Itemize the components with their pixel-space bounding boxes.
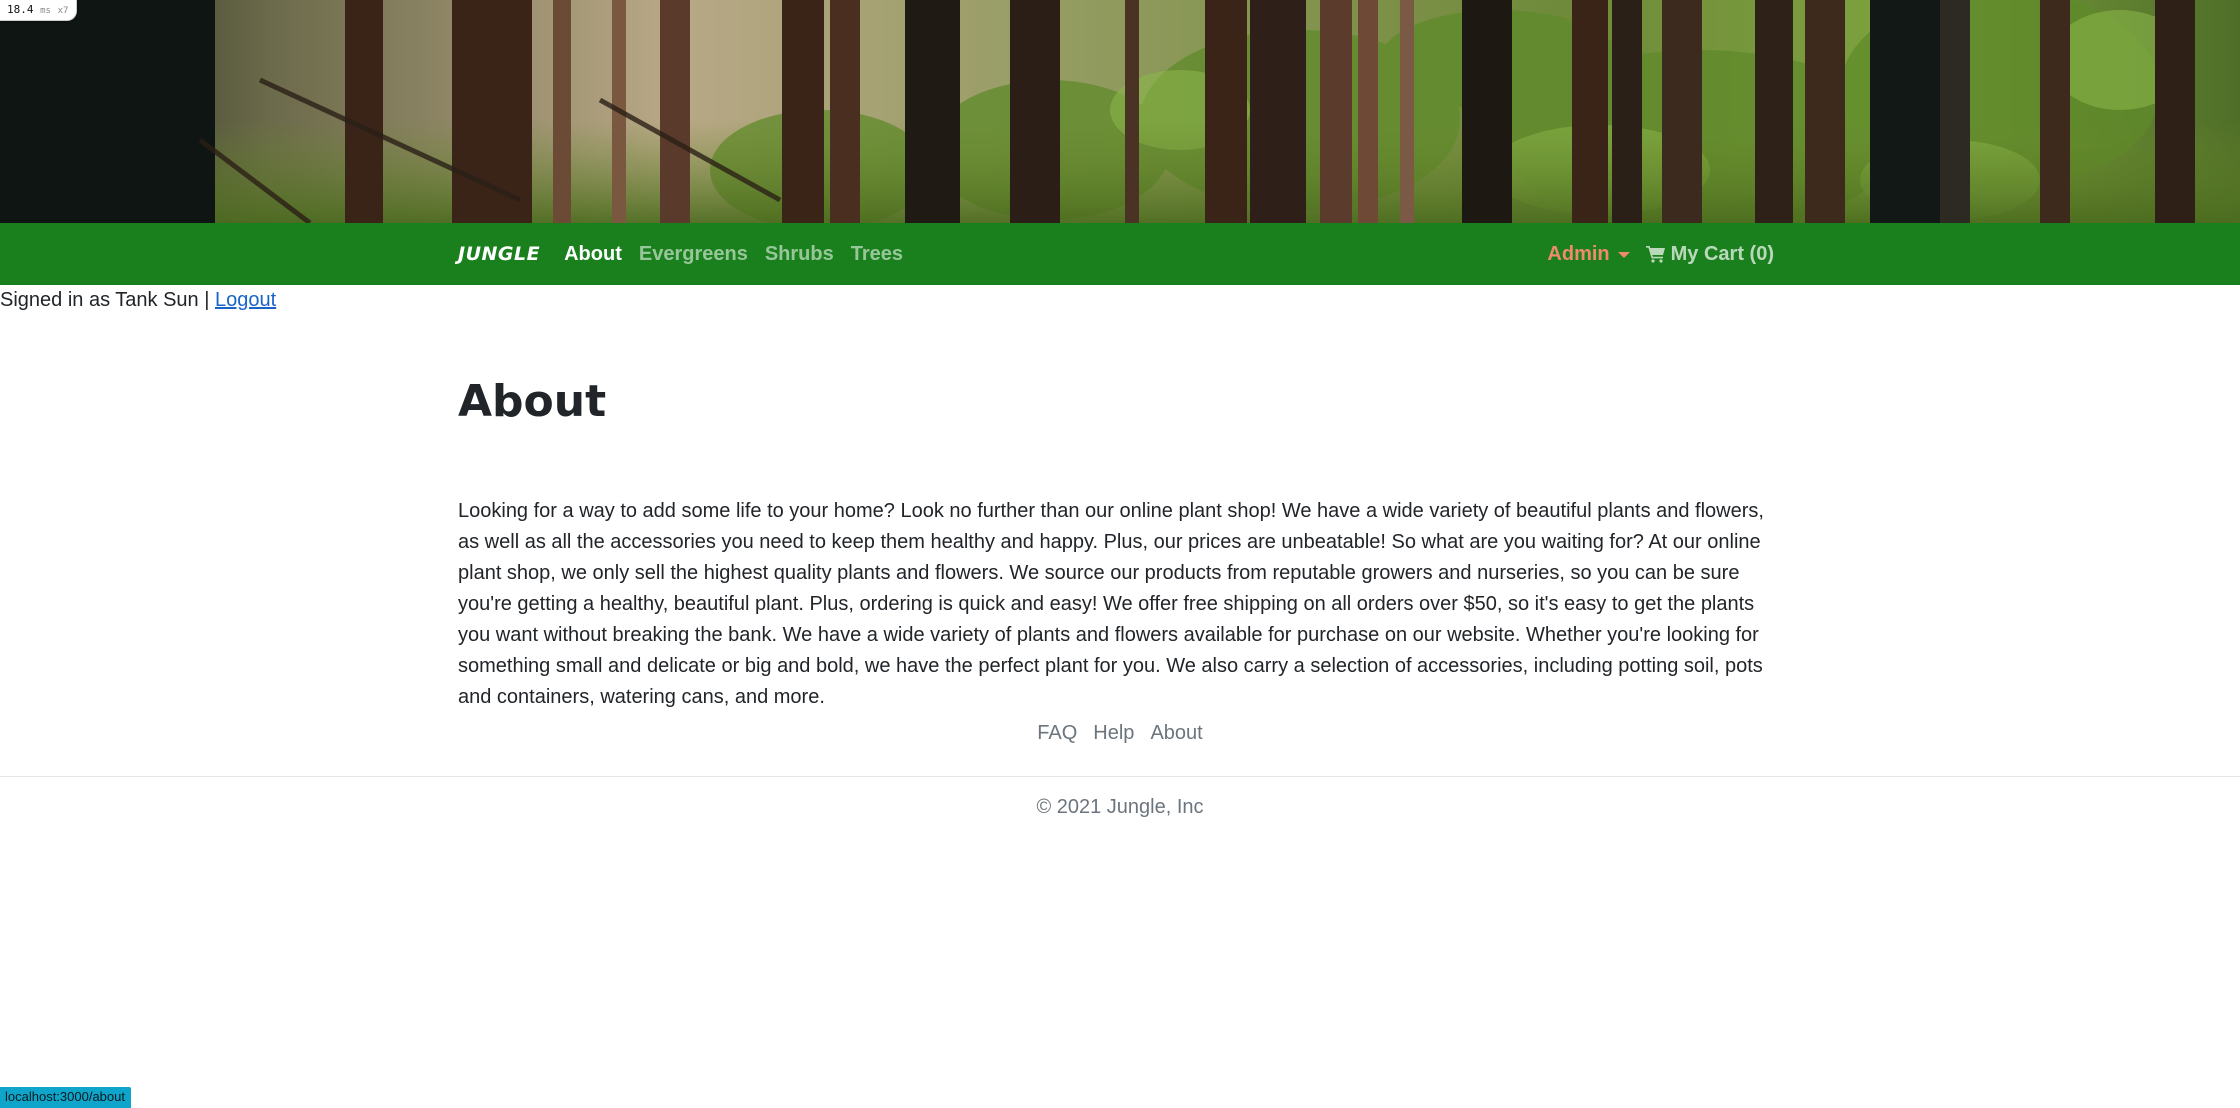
cart-icon	[1645, 245, 1666, 263]
my-cart-link[interactable]: My Cart (0)	[1645, 242, 1774, 266]
main-content: About Looking for a way to add some life…	[458, 372, 1778, 733]
page-title: About	[458, 376, 607, 427]
footer-divider	[0, 776, 2240, 777]
footer-links: FAQ Help About	[0, 722, 2240, 745]
navbar-right: Admin My Cart (0)	[1547, 243, 1774, 266]
nav-link-evergreens[interactable]: Evergreens	[639, 243, 748, 266]
nav-link-shrubs[interactable]: Shrubs	[765, 243, 834, 266]
perf-unit: ms	[40, 6, 51, 16]
cart-label: My Cart (0)	[1670, 242, 1774, 265]
status-bar-url: localhost:3000/about	[0, 1087, 131, 1108]
navbar-container: JUNGLE About Evergreens Shrubs Trees Adm…	[458, 223, 1774, 285]
admin-label: Admin	[1547, 242, 1610, 265]
signed-in-status: Signed in as Tank Sun | Logout	[0, 289, 276, 312]
footer-link-help[interactable]: Help	[1093, 722, 1134, 745]
admin-dropdown-toggle[interactable]: Admin	[1547, 242, 1630, 266]
perf-value: 18.4	[7, 3, 34, 16]
logout-link[interactable]: Logout	[215, 289, 276, 311]
main-navbar: JUNGLE About Evergreens Shrubs Trees Adm…	[0, 223, 2240, 285]
footer-link-about[interactable]: About	[1150, 722, 1202, 745]
footer-copyright: © 2021 Jungle, Inc	[1036, 796, 1204, 818]
footer-link-faq[interactable]: FAQ	[1037, 722, 1077, 745]
nav-link-about[interactable]: About	[564, 243, 622, 266]
perf-multiplier: x7	[57, 6, 69, 16]
brand-logo-link[interactable]: JUNGLE	[458, 243, 540, 265]
nav-link-trees[interactable]: Trees	[851, 243, 903, 266]
about-paragraph: Looking for a way to add some life to yo…	[458, 500, 1764, 708]
caret-down-icon	[1617, 252, 1630, 258]
forest-banner-image	[0, 0, 2240, 223]
signed-in-text: Signed in as Tank Sun |	[0, 289, 210, 311]
perf-timer-badge: 18.4 ms x7	[0, 0, 78, 21]
